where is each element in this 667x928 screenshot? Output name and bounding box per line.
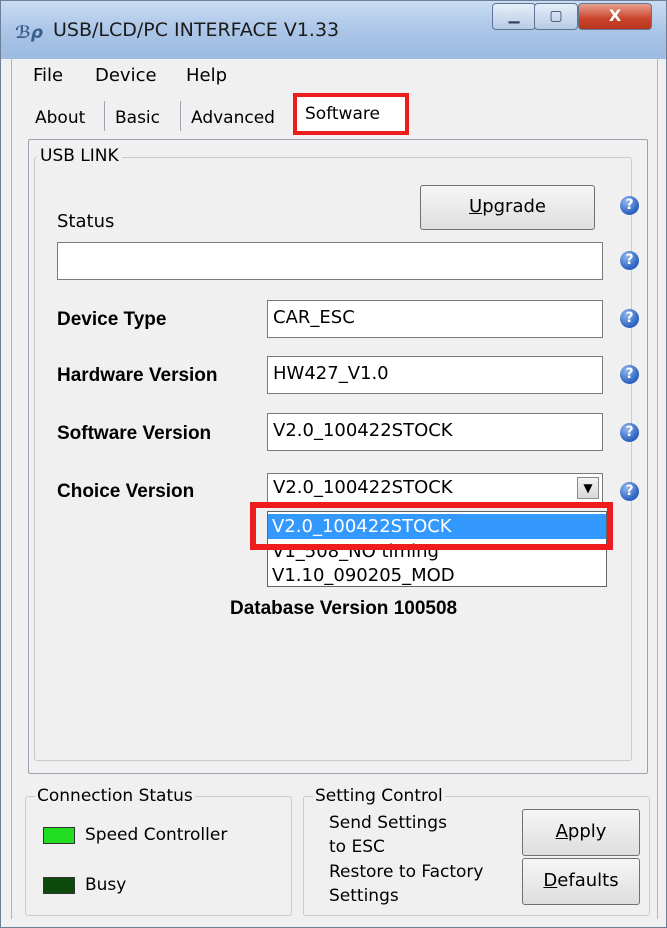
upgrade-button[interactable]: Upgrade [420, 185, 595, 230]
maximize-icon: ▢ [549, 8, 563, 24]
busy-indicator [43, 877, 75, 894]
connection-status-title: Connection Status [35, 786, 195, 806]
tab-divider [104, 101, 105, 131]
speed-controller-indicator [43, 827, 75, 844]
send-settings-label-line1: Send Settings [329, 813, 447, 833]
apply-button[interactable]: Apply [522, 809, 640, 856]
help-icon[interactable]: ? [620, 423, 639, 442]
help-icon[interactable]: ? [620, 251, 639, 270]
status-field [57, 242, 603, 280]
minimize-button[interactable]: ▁ [492, 3, 536, 30]
status-label: Status [57, 211, 115, 232]
usb-link-group-label: USB LINK [37, 146, 122, 166]
defaults-label: efaults [557, 870, 619, 891]
dropdown-option[interactable]: V2.0_100422STOCK [268, 514, 606, 539]
close-button[interactable]: X [578, 3, 652, 30]
hardware-version-label: Hardware Version [57, 365, 218, 386]
tab-about[interactable]: About [35, 101, 85, 133]
choice-version-label: Choice Version [57, 481, 195, 502]
upgrade-label: pgrade [482, 196, 546, 217]
defaults-button[interactable]: Defaults [522, 858, 640, 905]
chevron-down-icon[interactable]: ▼ [577, 477, 599, 499]
software-version-label: Software Version [57, 423, 212, 444]
busy-label: Busy [85, 875, 127, 895]
defaults-accel: D [543, 870, 558, 891]
speed-controller-label: Speed Controller [85, 825, 228, 845]
database-version: Database Version 100508 [230, 598, 458, 619]
minimize-icon: ▁ [508, 8, 520, 24]
dropdown-option[interactable]: V1_508_NO timing [268, 539, 606, 564]
tab-software[interactable]: Software [293, 93, 409, 135]
dropdown-option[interactable]: V1.10_090205_MOD [268, 563, 606, 588]
apply-label: pply [567, 821, 607, 842]
title-bar[interactable]: ℬρ USB/LCD/PC INTERFACE V1.33 ▁ ▢ X [1, 1, 666, 59]
setting-control-title: Setting Control [313, 786, 445, 806]
software-version-field[interactable]: V2.0_100422STOCK [267, 413, 603, 451]
help-icon[interactable]: ? [620, 482, 639, 501]
choice-version-dropdown-list: V2.0_100422STOCK V1_508_NO timing V1.10_… [267, 511, 607, 587]
restore-label-line1: Restore to Factory [329, 862, 484, 882]
close-icon: X [608, 6, 622, 25]
window-title: USB/LCD/PC INTERFACE V1.33 [53, 19, 340, 41]
upgrade-accel: U [469, 196, 483, 217]
help-icon[interactable]: ? [620, 196, 639, 215]
tab-basic[interactable]: Basic [115, 101, 160, 133]
help-icon[interactable]: ? [620, 309, 639, 328]
menu-file[interactable]: File [33, 65, 63, 86]
send-settings-label-line2: to ESC [329, 837, 385, 857]
maximize-button[interactable]: ▢ [534, 3, 578, 30]
device-type-label: Device Type [57, 309, 167, 330]
app-logo-icon: ℬρ [15, 23, 43, 43]
app-window: ℬρ USB/LCD/PC INTERFACE V1.33 ▁ ▢ X File… [0, 0, 667, 928]
apply-accel: A [555, 821, 568, 842]
tab-divider [180, 101, 181, 131]
hardware-version-field[interactable]: HW427_V1.0 [267, 356, 603, 394]
menu-help[interactable]: Help [186, 65, 227, 86]
tab-advanced[interactable]: Advanced [191, 101, 275, 133]
menu-device[interactable]: Device [95, 65, 157, 86]
choice-version-select[interactable]: V2.0_100422STOCK ▼ [267, 473, 603, 503]
connection-status-group [25, 796, 292, 916]
choice-version-value: V2.0_100422STOCK [273, 477, 453, 498]
help-icon[interactable]: ? [620, 365, 639, 384]
restore-label-line2: Settings [329, 886, 399, 906]
device-type-field[interactable]: CAR_ESC [267, 300, 603, 338]
